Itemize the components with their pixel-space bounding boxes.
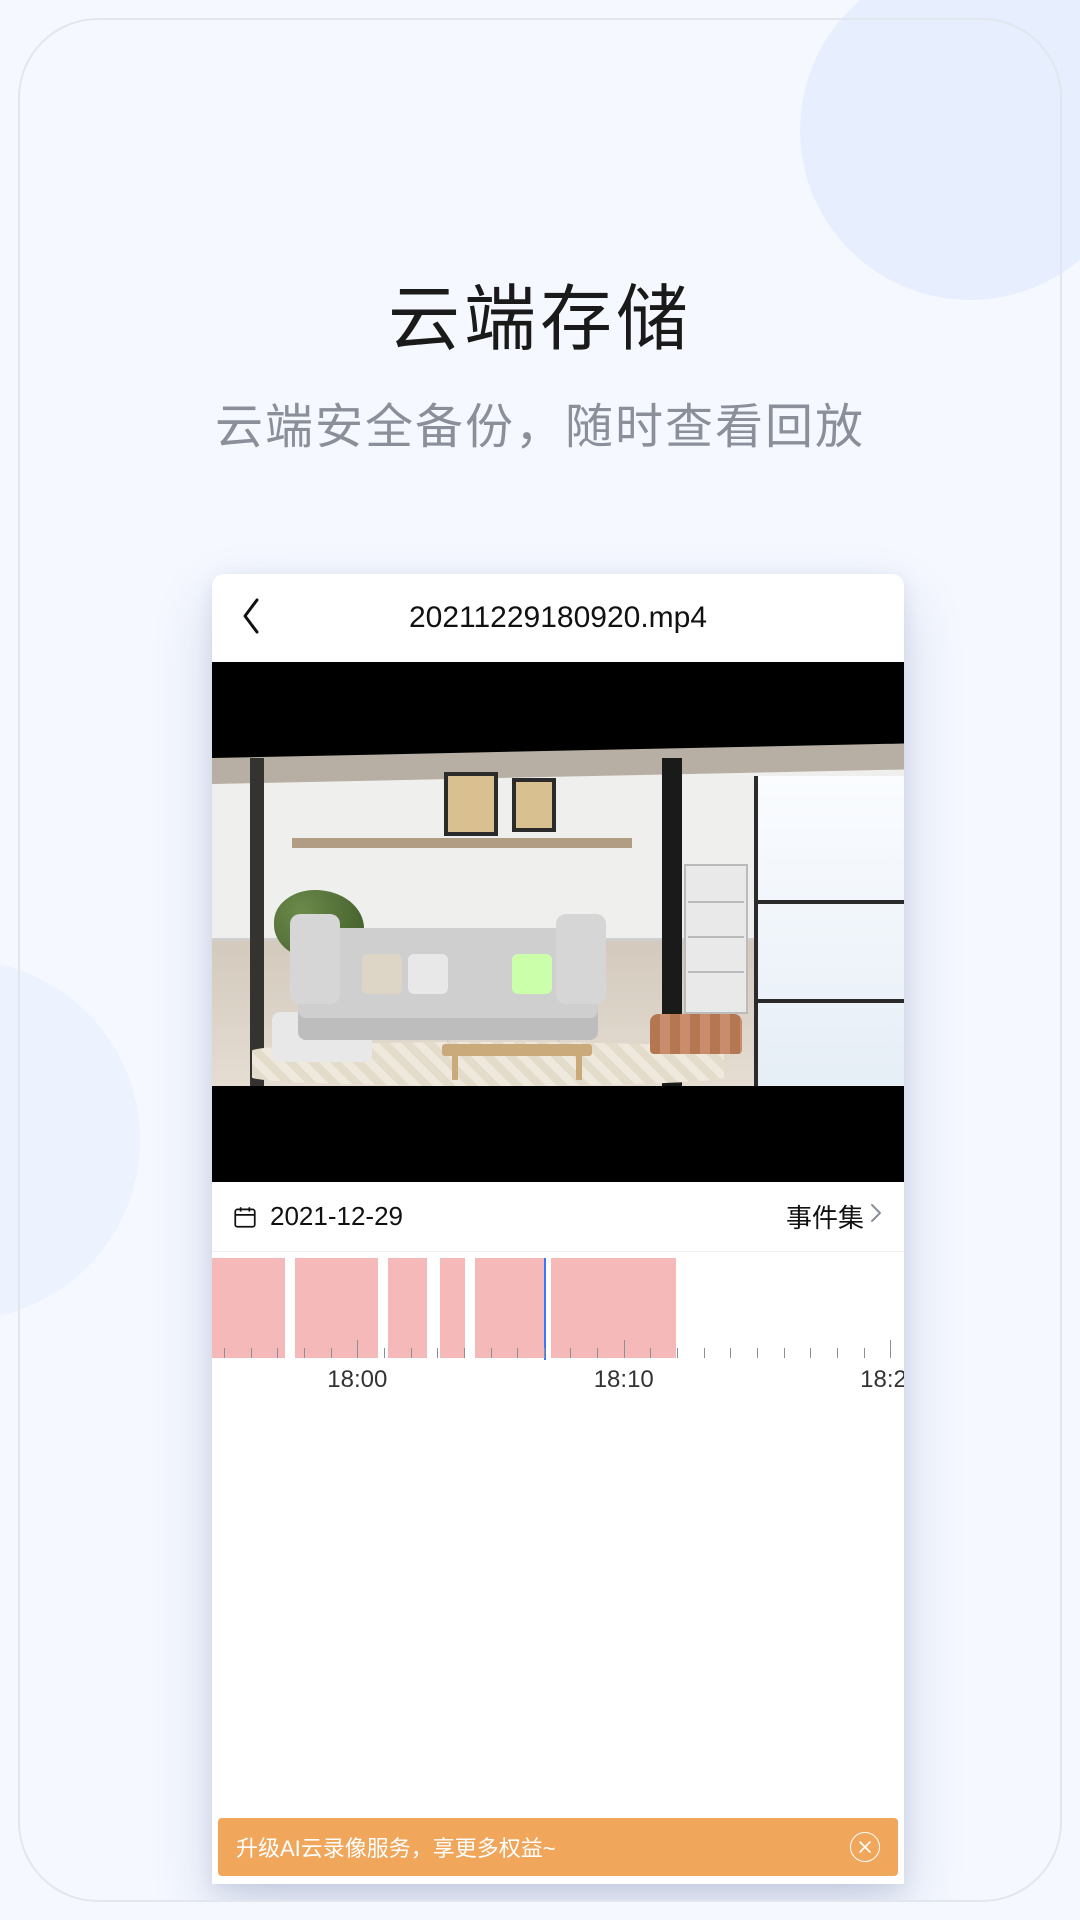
- timeline[interactable]: 18:00 18:10 18:20: [212, 1252, 904, 1412]
- navbar: 20211229180920.mp4: [212, 574, 904, 662]
- calendar-icon: [232, 1204, 258, 1230]
- video-frame: [212, 758, 904, 1086]
- chevron-right-icon: [864, 1201, 884, 1232]
- promo-banner[interactable]: 升级AI云录像服务，享更多权益~: [218, 1818, 898, 1876]
- events-button[interactable]: 事件集: [786, 1198, 884, 1235]
- timeline-labels: 18:00 18:10 18:20: [212, 1358, 904, 1398]
- selected-date[interactable]: 2021-12-29: [270, 1201, 403, 1232]
- video-still-image: [212, 758, 904, 1086]
- timeline-tick-label: 18:20: [860, 1366, 904, 1394]
- empty-area: [212, 1412, 904, 1818]
- close-icon: [858, 1834, 872, 1860]
- timeline-tick-label: 18:00: [327, 1366, 387, 1394]
- timeline-track[interactable]: [212, 1258, 904, 1358]
- events-label: 事件集: [786, 1198, 864, 1235]
- promo-close-button[interactable]: [850, 1832, 880, 1862]
- video-player[interactable]: [212, 662, 904, 1182]
- phone-mockup: 20211229180920.mp4: [212, 574, 904, 1884]
- hero-title: 云端存储: [20, 260, 1060, 365]
- hero: 云端存储 云端安全备份，随时查看回放: [20, 260, 1060, 457]
- chevron-left-icon: [238, 596, 264, 641]
- date-events-row: 2021-12-29 事件集: [212, 1182, 904, 1252]
- timeline-tick-label: 18:10: [594, 1366, 654, 1394]
- navbar-title: 20211229180920.mp4: [212, 601, 904, 635]
- back-button[interactable]: [238, 574, 264, 662]
- hero-subtitle: 云端安全备份，随时查看回放: [20, 387, 1060, 457]
- promo-text: 升级AI云录像服务，享更多权益~: [236, 1831, 556, 1863]
- timeline-ticks: [212, 1334, 904, 1358]
- promo-page-frame: 云端存储 云端安全备份，随时查看回放 20211229180920.mp4: [18, 18, 1062, 1902]
